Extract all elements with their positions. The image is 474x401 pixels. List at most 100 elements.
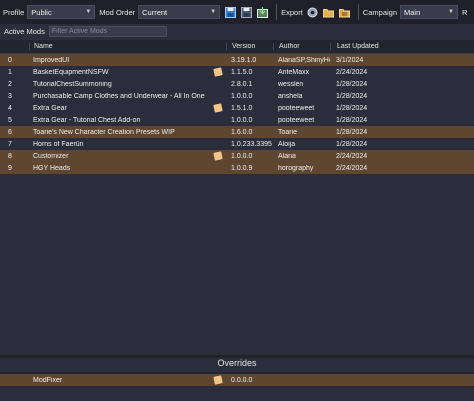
overrides-title: Overrides [0,358,474,372]
trailing-label: R [462,7,468,17]
import-button[interactable] [256,6,269,19]
mod-author: pooteeweet [278,116,315,124]
mod-index: 0 [8,56,12,64]
mod-name: Purchasable Camp Clothes and Underwear -… [33,92,205,100]
campaign-label: Campaign [362,7,397,17]
mod-name: Extra Gear - Tutorial Chest Add-on [33,116,141,124]
column-header-name[interactable]: Name [29,43,226,50]
override-version: 0.0.0.0 [231,376,253,384]
mod-last-updated: 3/1/2024 [336,56,364,64]
mod-author: AlanaSP,ShinyHc [278,56,330,64]
mod-index: 9 [8,164,12,172]
toolbar-divider [357,4,359,20]
bottom-area [0,387,474,401]
export-game-button[interactable] [306,6,319,19]
mod-last-updated: 1/28/2024 [336,104,368,112]
mod-index: 7 [8,140,12,148]
mod-index: 1 [8,68,12,76]
mod-version: 1.0.0.0 [231,92,253,100]
mod-version: 1.1.5.0 [231,68,253,76]
profile-select[interactable]: Public ▼ [27,5,96,19]
mod-index: 8 [8,152,12,160]
mod-name: ImprovedUI [33,56,70,64]
table-header: Name Version Author Last Updated [0,40,474,54]
active-mods-filter-bar: Active Mods [0,24,474,39]
mod-last-updated: 2/24/2024 [336,164,368,172]
export-zip-button[interactable] [322,6,335,19]
override-name: ModFixer [33,376,63,384]
mod-version: 1.5.1.0 [231,104,253,112]
import-icon [257,6,269,18]
notes-icon[interactable] [213,151,223,161]
save-as-icon [241,6,253,18]
notes-icon[interactable] [213,67,223,77]
profile-select-value: Public [31,7,52,17]
table-row[interactable]: 5 Extra Gear - Tutorial Chest Add-on 1.0.0… [0,114,474,126]
export-list-button[interactable] [338,6,351,19]
folder-export-icon [322,8,334,17]
mod-version: 2.8.0.1 [231,80,253,88]
mod-author: Alana [278,152,296,160]
mod-name: HGY Heads [33,164,71,172]
mod-index: 5 [8,116,12,124]
mod-version: 1.0.0.9 [231,164,253,172]
mod-author: AnteMaxx [278,68,310,76]
notes-icon[interactable] [213,103,223,113]
table-row[interactable]: 7 Horns of Faerûn 1.0.233.3395 Aloija 1/28/2… [0,138,474,150]
table-row[interactable]: 2 TutorialChestSummoning 2.8.0.1 wesslen 1/2… [0,78,474,90]
mod-rows: 0 ImprovedUI 3.19.1.0 AlanaSP,ShinyHc 3/1/20… [0,54,474,174]
mod-version: 1.0.233.3395 [231,140,272,148]
gear-export-icon [307,7,318,17]
campaign-select[interactable]: Main ▼ [400,5,458,19]
export-label: Export [281,7,303,17]
mod-version: 1.6.0.0 [231,128,253,136]
mod-version: 1.0.0.0 [231,116,253,124]
mod-index: 6 [8,128,12,136]
filter-active-mods-input[interactable] [48,26,167,37]
mod-order-select-value: Current [142,7,168,17]
mod-index: 3 [8,92,12,100]
save-as-button[interactable] [240,6,253,19]
overrides-table: ModFixer 0.0.0.0 [0,374,474,386]
save-order-button[interactable] [224,6,237,19]
mod-last-updated: 1/28/2024 [336,128,368,136]
table-row[interactable]: 9 HGY Heads 1.0.0.9 horography 2/24/2024 [0,162,474,174]
mod-last-updated: 1/28/2024 [336,140,368,148]
campaign-select-value: Main [404,7,421,17]
mod-name: TutorialChestSummoning [33,80,112,88]
mod-name: BasketEquipmentNSFW [33,68,109,76]
column-header-author[interactable]: Author [273,43,330,50]
notes-icon[interactable] [213,375,223,385]
table-row[interactable]: 3 Purchasable Camp Clothes and Underwear … [0,90,474,102]
toolbar-divider [276,4,278,20]
mod-author: pooteeweet [278,104,315,112]
mod-order-label: Mod Order [99,7,136,17]
column-header-version[interactable]: Version [226,43,273,50]
table-row[interactable]: 8 Customizer 1.0.0.0 Alana 2/24/2024 [0,150,474,162]
mod-last-updated: 2/24/2024 [336,152,368,160]
mod-last-updated: 1/28/2024 [336,80,368,88]
table-row[interactable]: 1 BasketEquipmentNSFW 1.1.5.0 AnteMaxx 2/24/… [0,66,474,78]
table-row[interactable]: 4 Extra Gear 1.5.1.0 pooteeweet 1/28/2024 [0,102,474,114]
active-mods-table: Name Version Author Last Updated 0 Improv… [0,40,474,355]
mod-last-updated: 1/28/2024 [336,116,368,124]
profile-label: Profile [3,7,25,17]
chevron-down-icon: ▼ [448,9,454,15]
chevron-down-icon: ▼ [210,9,217,15]
mod-author: wesslen [278,80,304,88]
table-row[interactable]: 0 ImprovedUI 3.19.1.0 AlanaSP,ShinyHc 3/1/20… [0,54,474,66]
mod-name: Horns of Faerûn [33,140,84,148]
table-row[interactable]: ModFixer 0.0.0.0 [0,374,474,386]
mod-version: 3.19.1.0 [231,56,257,64]
mod-author: horography [278,164,314,172]
mod-order-select[interactable]: Current ▼ [138,5,221,19]
mod-author: Aloija [278,140,296,148]
mod-author: Toarie [278,128,298,136]
table-row[interactable]: 6 Toarie's New Character Creation Presets… [0,126,474,138]
mod-index: 2 [8,80,12,88]
mod-name: Customizer [33,152,69,160]
folder-list-icon [338,8,350,17]
mod-version: 1.0.0.0 [231,152,253,160]
mod-name: Extra Gear [33,104,67,112]
column-header-last-updated[interactable]: Last Updated [330,43,380,50]
